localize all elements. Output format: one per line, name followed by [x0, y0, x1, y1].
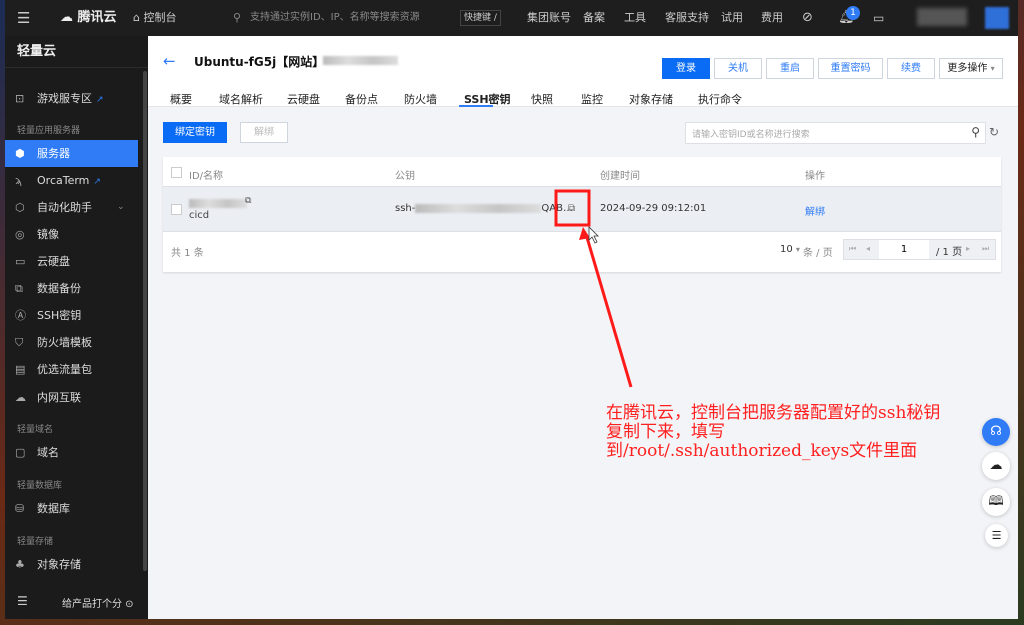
- annotation-text: 在腾讯云，控制台把服务器配置好的ssh秘钥 复制下来，填写 到/root/.ss…: [606, 403, 941, 461]
- arrow-head: [579, 227, 590, 240]
- highlight-box: [554, 189, 591, 227]
- annotation-overlay: [554, 189, 633, 388]
- mouse-cursor-icon: [588, 226, 599, 244]
- annotation-arrow: [584, 233, 633, 388]
